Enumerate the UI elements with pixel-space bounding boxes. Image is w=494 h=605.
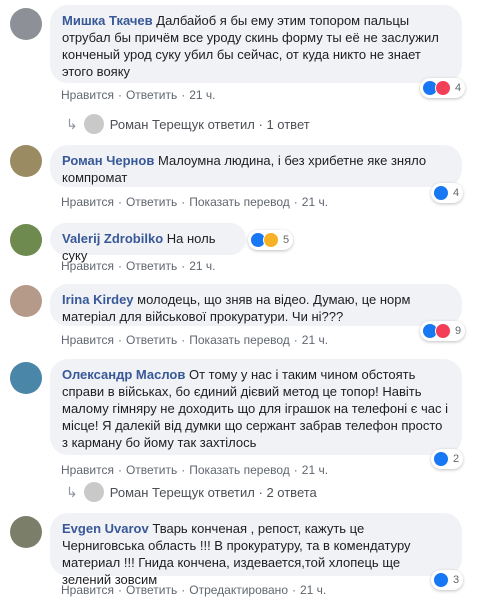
- reply-button[interactable]: Ответить: [126, 463, 177, 477]
- reply-arrow-icon: ↳: [66, 483, 78, 500]
- edited-label[interactable]: Отредактировано: [189, 583, 288, 597]
- like-button[interactable]: Нравится: [61, 333, 114, 347]
- reply-button[interactable]: Ответить: [126, 195, 177, 209]
- timestamp[interactable]: 21 ч.: [302, 463, 328, 477]
- like-button[interactable]: Нравится: [61, 195, 114, 209]
- reply-arrow-icon: ↳: [66, 115, 78, 132]
- comment-bubble: Олександр Маслов От тому у нас і таким ч…: [50, 359, 462, 455]
- reply-button[interactable]: Ответить: [126, 259, 177, 273]
- reactions-count[interactable]: 3: [431, 570, 464, 590]
- comment-actions: Нравится · Ответить · 21 ч.: [61, 259, 216, 273]
- timestamp[interactable]: 21 ч.: [189, 88, 215, 102]
- comment-actions: Нравится · Ответить · Показать перевод · 21 ч.: [61, 463, 329, 477]
- reactions-count[interactable]: 4: [420, 78, 466, 98]
- reactions-count[interactable]: 5: [248, 230, 294, 250]
- avatar: [83, 482, 104, 502]
- avatar[interactable]: [10, 145, 42, 177]
- avatar[interactable]: [10, 224, 42, 256]
- comment-actions: Нравится · Ответить · 21 ч.: [61, 88, 216, 102]
- timestamp[interactable]: 21 ч.: [302, 195, 328, 209]
- like-button[interactable]: Нравится: [61, 583, 114, 597]
- reply-button[interactable]: Ответить: [126, 333, 177, 347]
- reactions-count[interactable]: 4: [431, 183, 464, 203]
- comment-actions: Нравится · Ответить · Показать перевод · 21 ч.: [61, 195, 329, 209]
- comment-bubble: Evgen Uvarov Тварь конченая , репост, ка…: [50, 513, 462, 587]
- view-replies-link[interactable]: ↳ Роман Терещук ответил · 1 ответ: [66, 114, 310, 134]
- reply-button[interactable]: Ответить: [126, 583, 177, 597]
- love-icon: [435, 80, 451, 96]
- comment-bubble: Irina Kirdey молодець, що зняв на відео.…: [50, 284, 462, 326]
- translate-link[interactable]: Показать перевод: [189, 463, 290, 477]
- comment-actions: Нравится · Ответить · Показать перевод · 21 ч.: [61, 333, 329, 347]
- avatar[interactable]: [10, 516, 42, 548]
- view-replies-link[interactable]: ↳ Роман Терещук ответил · 2 ответа: [66, 482, 317, 502]
- translate-link[interactable]: Показать перевод: [189, 195, 290, 209]
- comment-bubble: Мишка Ткачев Далбайоб я бы ему этим топо…: [50, 5, 462, 83]
- like-icon: [433, 572, 449, 588]
- like-button[interactable]: Нравится: [61, 463, 114, 477]
- comment-author[interactable]: Irina Kirdey: [62, 292, 134, 307]
- comment-author[interactable]: Мишка Ткачев: [62, 13, 153, 28]
- love-icon: [435, 323, 451, 339]
- sad-icon: [263, 232, 279, 248]
- comment-author[interactable]: Олександр Маслов: [62, 367, 185, 382]
- reactions-count[interactable]: 9: [420, 321, 466, 341]
- like-button[interactable]: Нравится: [61, 259, 114, 273]
- reply-button[interactable]: Ответить: [126, 88, 177, 102]
- timestamp[interactable]: 21 ч.: [302, 333, 328, 347]
- comment-actions: Нравится · Ответить · Отредактировано · 21 ч.: [61, 583, 327, 597]
- translate-link[interactable]: Показать перевод: [189, 333, 290, 347]
- avatar: [83, 114, 104, 134]
- timestamp[interactable]: 21 ч.: [189, 259, 215, 273]
- comment-author[interactable]: Evgen Uvarov: [62, 521, 149, 536]
- avatar[interactable]: [10, 285, 42, 317]
- like-button[interactable]: Нравится: [61, 88, 114, 102]
- avatar[interactable]: [10, 8, 42, 40]
- avatar[interactable]: [10, 362, 42, 394]
- reactions-count[interactable]: 2: [431, 449, 464, 469]
- comment-author[interactable]: Valerij Zdrobilko: [62, 231, 163, 246]
- comment-author[interactable]: Роман Чернов: [62, 153, 154, 168]
- timestamp[interactable]: 21 ч.: [300, 583, 326, 597]
- comment-bubble: Роман Чернов Малоумна людина, і без хриб…: [50, 145, 462, 187]
- like-icon: [433, 185, 449, 201]
- like-icon: [433, 451, 449, 467]
- comment-bubble: Valerij Zdrobilko На ноль суку: [50, 223, 246, 263]
